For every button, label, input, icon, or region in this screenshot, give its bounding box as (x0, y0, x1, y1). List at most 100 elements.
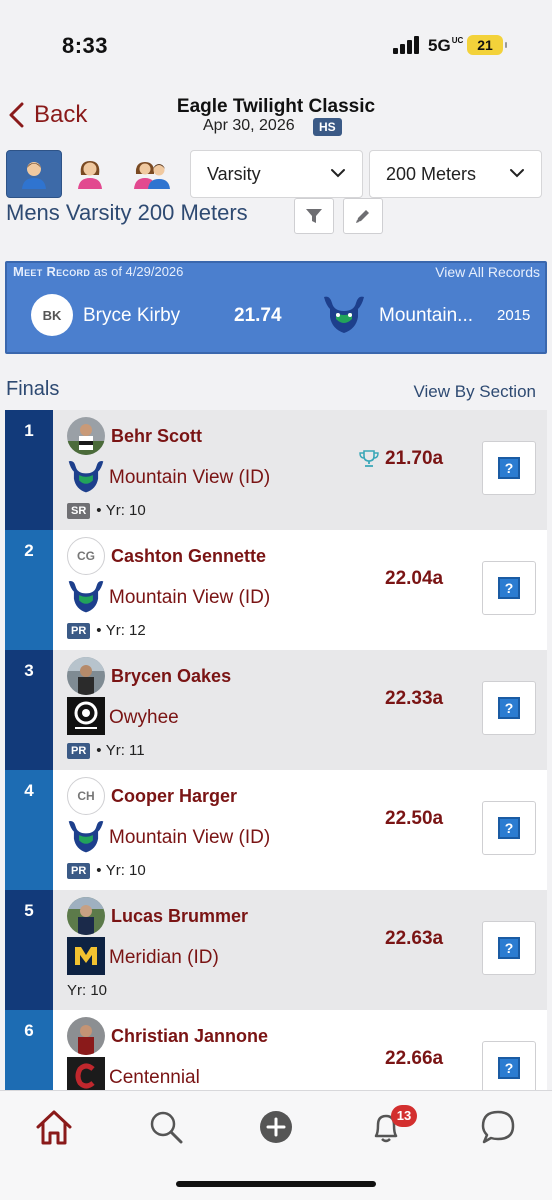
filter-icon (306, 209, 322, 223)
result-row[interactable]: 4 CH Cooper Harger Mountain View (ID) PR… (5, 770, 547, 890)
chevron-down-icon (331, 169, 345, 178)
meet-title: Eagle Twilight Classic (176, 96, 376, 117)
owyhee-logo-icon (67, 697, 105, 735)
question-icon: ? (498, 937, 520, 959)
result-row[interactable]: 1 Behr Scott Mountain View (ID) SR • Yr: … (5, 410, 547, 530)
help-button[interactable]: ? (482, 441, 536, 495)
help-button[interactable]: ? (482, 561, 536, 615)
home-icon (36, 1110, 72, 1145)
record-year: 2015 (497, 307, 531, 324)
pencil-icon (356, 210, 369, 223)
centennial-logo-icon (67, 1057, 105, 1090)
athlete-name-link[interactable]: Behr Scott (111, 426, 202, 447)
athlete-photo (67, 1017, 105, 1055)
athlete-name-link[interactable]: Christian Jannone (111, 1026, 268, 1047)
results-list: 1 Behr Scott Mountain View (ID) SR • Yr: … (5, 410, 547, 1090)
record-athlete-name: Bryce Kirby (83, 305, 181, 326)
result-time: 22.66a (385, 1048, 444, 1069)
result-row[interactable]: 5 Lucas Brummer Meridian (ID) Yr: 10 22.… (5, 890, 547, 1010)
section-title: Finals (6, 378, 60, 400)
athlete-name-link[interactable]: Lucas Brummer (111, 906, 248, 927)
male-person-icon (22, 162, 46, 189)
result-row[interactable]: 2 CG Cashton Gennette Mountain View (ID)… (5, 530, 547, 650)
team-name-link[interactable]: Mountain View (ID) (109, 827, 270, 849)
athlete-photo (67, 897, 105, 935)
question-icon: ? (498, 1057, 520, 1079)
athlete-meta: PR • Yr: 10 (67, 862, 146, 879)
mountain-view-logo-icon (68, 460, 104, 493)
result-time: 22.33a (385, 688, 444, 709)
place-number: 5 (5, 890, 53, 1010)
filter-button[interactable] (294, 198, 334, 234)
tab-search[interactable] (144, 1105, 188, 1149)
male-filter-button[interactable] (6, 150, 62, 198)
female-filter-button[interactable] (62, 150, 118, 198)
tab-home[interactable] (32, 1105, 76, 1149)
plus-circle-icon (260, 1111, 292, 1143)
event-select[interactable]: 200 Meters (369, 150, 542, 198)
team-name-link[interactable]: Owyhee (109, 707, 179, 729)
mountain-view-logo-icon (324, 296, 364, 333)
athlete-name-link[interactable]: Cashton Gennette (111, 546, 266, 567)
athlete-initials-avatar: CH (67, 777, 105, 815)
meet-date: Apr 30, 2026 (203, 117, 295, 134)
level-badge: HS (313, 118, 342, 136)
place-number: 2 (5, 530, 53, 650)
trophy-icon (359, 450, 379, 467)
meet-record-card[interactable]: Meet Record as of 4/29/2026 View All Rec… (5, 261, 547, 354)
signal-icon (393, 36, 419, 54)
team-name-link[interactable]: Mountain View (ID) (109, 467, 270, 489)
athlete-photo (67, 417, 105, 455)
help-button[interactable]: ? (482, 1041, 536, 1090)
level-select-value: Varsity (207, 163, 261, 184)
help-button[interactable]: ? (482, 921, 536, 975)
result-row[interactable]: 3 Brycen Oakes Owyhee PR • Yr: 11 22.33a … (5, 650, 547, 770)
question-icon: ? (498, 697, 520, 719)
status-bar: 8:33 5GUC 21 (0, 0, 552, 90)
team-name-link[interactable]: Mountain View (ID) (109, 587, 270, 609)
tab-add[interactable] (254, 1105, 298, 1149)
athlete-name-link[interactable]: Cooper Harger (111, 786, 237, 807)
pr-badge: PR (67, 742, 91, 759)
level-select[interactable]: Varsity (190, 150, 363, 198)
athlete-meta: PR • Yr: 11 (67, 742, 145, 759)
help-button[interactable]: ? (482, 801, 536, 855)
mountain-view-logo-icon (68, 820, 104, 853)
result-row[interactable]: 6 Christian Jannone Centennial 22.66a ? (5, 1010, 547, 1090)
athlete-year: Yr: 11 (105, 742, 145, 759)
edit-button[interactable] (343, 198, 383, 234)
athlete-year: Yr: 10 (105, 862, 146, 879)
female-person-icon (78, 161, 102, 189)
question-icon: ? (498, 457, 520, 479)
place-number: 4 (5, 770, 53, 890)
athlete-meta: PR • Yr: 12 (67, 622, 146, 639)
place-number: 1 (5, 410, 53, 530)
team-name-link[interactable]: Centennial (109, 1067, 200, 1089)
tab-messages[interactable] (476, 1105, 520, 1149)
athlete-name-link[interactable]: Brycen Oakes (111, 666, 231, 687)
search-icon (150, 1111, 183, 1144)
network-label: 5GUC (428, 36, 464, 55)
athlete-initials-avatar: CG (67, 537, 105, 575)
record-mark: 21.74 (234, 305, 282, 326)
meet-record-label: Meet Record as of 4/29/2026 (13, 264, 184, 279)
question-icon: ? (498, 577, 520, 599)
record-team-name: Mountain... (379, 305, 473, 326)
battery-indicator: 21 (467, 35, 507, 55)
athlete-year: Yr: 12 (105, 622, 146, 639)
sr-badge: SR (67, 502, 91, 519)
event-title: Mens Varsity 200 Meters (6, 200, 248, 225)
mixed-filter-button[interactable] (124, 150, 180, 198)
help-button[interactable]: ? (482, 681, 536, 735)
view-all-records-link[interactable]: View All Records (435, 264, 540, 280)
clock: 8:33 (62, 33, 109, 58)
place-number: 3 (5, 650, 53, 770)
chevron-down-icon (510, 169, 524, 178)
result-time: 22.04a (385, 568, 444, 589)
result-time: 22.50a (385, 808, 444, 829)
athlete-year: Yr: 10 (67, 982, 108, 999)
event-select-value: 200 Meters (386, 163, 477, 184)
view-by-section-link[interactable]: View By Section (413, 382, 536, 402)
team-name-link[interactable]: Meridian (ID) (109, 947, 219, 969)
meridian-logo-icon (67, 937, 105, 975)
